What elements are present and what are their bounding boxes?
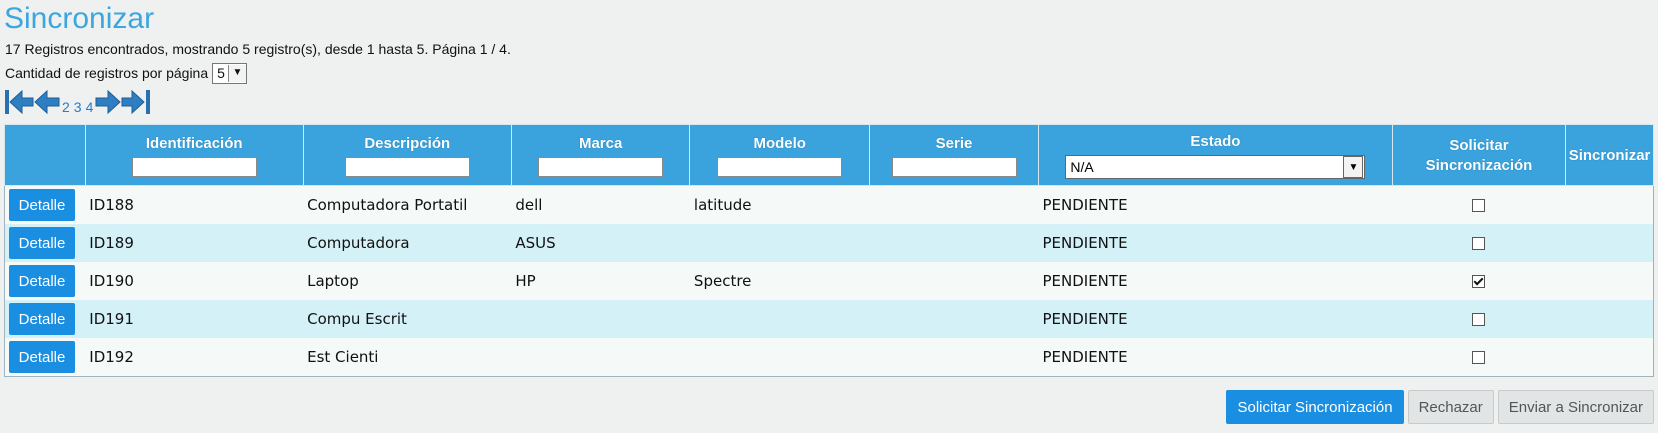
cell-estado: PENDIENTE xyxy=(1038,262,1393,300)
cell-marca xyxy=(511,338,690,377)
per-page-label: Cantidad de registros por página xyxy=(5,65,209,81)
solicitar-checkbox[interactable] xyxy=(1472,199,1486,212)
solicitar-checkbox[interactable] xyxy=(1472,275,1486,288)
page: Sincronizar 17 Registros encontrados, mo… xyxy=(0,0,1658,433)
chevron-down-icon: ▼ xyxy=(1343,156,1364,178)
filter-marca-input[interactable] xyxy=(538,157,664,177)
results-summary: 17 Registros encontrados, mostrando 5 re… xyxy=(5,41,511,57)
cell-sincronizar xyxy=(1565,224,1654,262)
cell-descripcion: Est Cienti xyxy=(303,338,512,377)
action-bar: Solicitar Sincronización Rechazar Enviar… xyxy=(1226,390,1654,424)
page-link-2[interactable]: 2 xyxy=(62,99,70,115)
cell-marca: HP xyxy=(511,262,690,300)
table-row: Detalle ID190 Laptop HP Spectre PENDIENTE xyxy=(4,262,1654,300)
filter-modelo-input[interactable] xyxy=(717,157,843,177)
detalle-button[interactable]: Detalle xyxy=(9,341,75,373)
cell-modelo: Spectre xyxy=(689,262,870,300)
cell-actions: Detalle xyxy=(4,262,86,300)
records-table: Identificación Descripción Marca Modelo … xyxy=(4,124,1654,377)
page-title: Sincronizar xyxy=(4,2,155,35)
cell-identificacion: ID191 xyxy=(85,300,304,338)
cell-solicitar xyxy=(1392,185,1566,224)
cell-solicitar xyxy=(1392,262,1566,300)
next-page-icon[interactable] xyxy=(95,89,122,115)
detalle-button[interactable]: Detalle xyxy=(9,189,75,221)
first-page-icon[interactable] xyxy=(4,89,34,115)
cell-identificacion: ID189 xyxy=(85,224,304,262)
enviar-a-sincronizar-button[interactable]: Enviar a Sincronizar xyxy=(1497,390,1654,424)
header-solicitar: Solicitar Sincronización xyxy=(1391,124,1567,186)
solicitar-checkbox[interactable] xyxy=(1472,351,1486,364)
header-actions xyxy=(4,124,86,186)
cell-estado: PENDIENTE xyxy=(1038,224,1393,262)
last-page-icon[interactable] xyxy=(121,89,151,115)
table-row: Detalle ID191 Compu Escrit PENDIENTE xyxy=(4,300,1654,338)
filter-estado-value: N/A xyxy=(1070,159,1094,175)
cell-serie xyxy=(869,224,1039,262)
cell-identificacion: ID192 xyxy=(85,338,304,377)
pagination: 2 3 4 xyxy=(4,87,151,115)
table-header-row: Identificación Descripción Marca Modelo … xyxy=(4,124,1654,186)
filter-serie-input[interactable] xyxy=(891,157,1017,177)
table-row: Detalle ID189 Computadora ASUS PENDIENTE xyxy=(4,224,1654,262)
cell-sincronizar xyxy=(1565,338,1654,377)
cell-sincronizar xyxy=(1565,300,1654,338)
page-link-3[interactable]: 3 xyxy=(74,99,82,115)
cell-marca: dell xyxy=(511,185,690,224)
cell-serie xyxy=(869,262,1039,300)
cell-serie xyxy=(869,185,1039,224)
header-identificacion: Identificación xyxy=(84,124,304,186)
cell-serie xyxy=(869,338,1039,377)
cell-actions: Detalle xyxy=(4,224,86,262)
detalle-button[interactable]: Detalle xyxy=(9,303,75,335)
table-row: Detalle ID192 Est Cienti PENDIENTE xyxy=(4,338,1654,377)
cell-serie xyxy=(869,300,1039,338)
solicitar-checkbox[interactable] xyxy=(1472,237,1486,250)
header-sincronizar: Sincronizar xyxy=(1565,124,1654,186)
header-descripcion: Descripción xyxy=(302,124,512,186)
cell-modelo: latitude xyxy=(689,185,870,224)
cell-estado: PENDIENTE xyxy=(1038,185,1393,224)
solicitar-checkbox[interactable] xyxy=(1472,313,1486,326)
cell-solicitar xyxy=(1392,224,1566,262)
prev-page-icon[interactable] xyxy=(34,89,60,115)
detalle-button[interactable]: Detalle xyxy=(9,265,75,297)
detalle-button[interactable]: Detalle xyxy=(9,227,75,259)
cell-actions: Detalle xyxy=(4,338,86,377)
filter-estado-select[interactable]: N/A ▼ xyxy=(1065,155,1366,179)
cell-descripcion: Computadora xyxy=(303,224,512,262)
cell-estado: PENDIENTE xyxy=(1038,300,1393,338)
table-row: Detalle ID188 Computadora Portatil dell lati… xyxy=(4,185,1654,224)
cell-marca: ASUS xyxy=(511,224,690,262)
cell-identificacion: ID190 xyxy=(85,262,304,300)
cell-modelo xyxy=(689,224,870,262)
header-serie: Serie xyxy=(869,124,1039,186)
header-marca: Marca xyxy=(510,124,691,186)
per-page-select[interactable]: 5 ▼ xyxy=(212,62,247,84)
solicitar-sincronizacion-button[interactable]: Solicitar Sincronización xyxy=(1226,390,1404,424)
rechazar-button[interactable]: Rechazar xyxy=(1407,390,1494,424)
cell-identificacion: ID188 xyxy=(85,185,304,224)
cell-solicitar xyxy=(1392,300,1566,338)
cell-modelo xyxy=(689,338,870,377)
cell-actions: Detalle xyxy=(4,300,86,338)
page-link-4[interactable]: 4 xyxy=(86,99,94,115)
filter-identificacion-input[interactable] xyxy=(131,157,257,177)
cell-actions: Detalle xyxy=(4,185,86,224)
cell-sincronizar xyxy=(1565,185,1654,224)
cell-sincronizar xyxy=(1565,262,1654,300)
per-page-control: Cantidad de registros por página 5 ▼ xyxy=(5,62,247,84)
header-estado: Estado N/A ▼ xyxy=(1037,124,1393,186)
cell-estado: PENDIENTE xyxy=(1038,338,1393,377)
cell-descripcion: Computadora Portatil xyxy=(303,185,512,224)
header-modelo: Modelo xyxy=(689,124,871,186)
per-page-value: 5 xyxy=(217,65,225,81)
cell-descripcion: Compu Escrit xyxy=(303,300,512,338)
cell-modelo xyxy=(689,300,870,338)
cell-descripcion: Laptop xyxy=(303,262,512,300)
filter-descripcion-input[interactable] xyxy=(344,157,470,177)
cell-marca xyxy=(511,300,690,338)
cell-solicitar xyxy=(1392,338,1566,377)
chevron-down-icon: ▼ xyxy=(227,64,246,82)
